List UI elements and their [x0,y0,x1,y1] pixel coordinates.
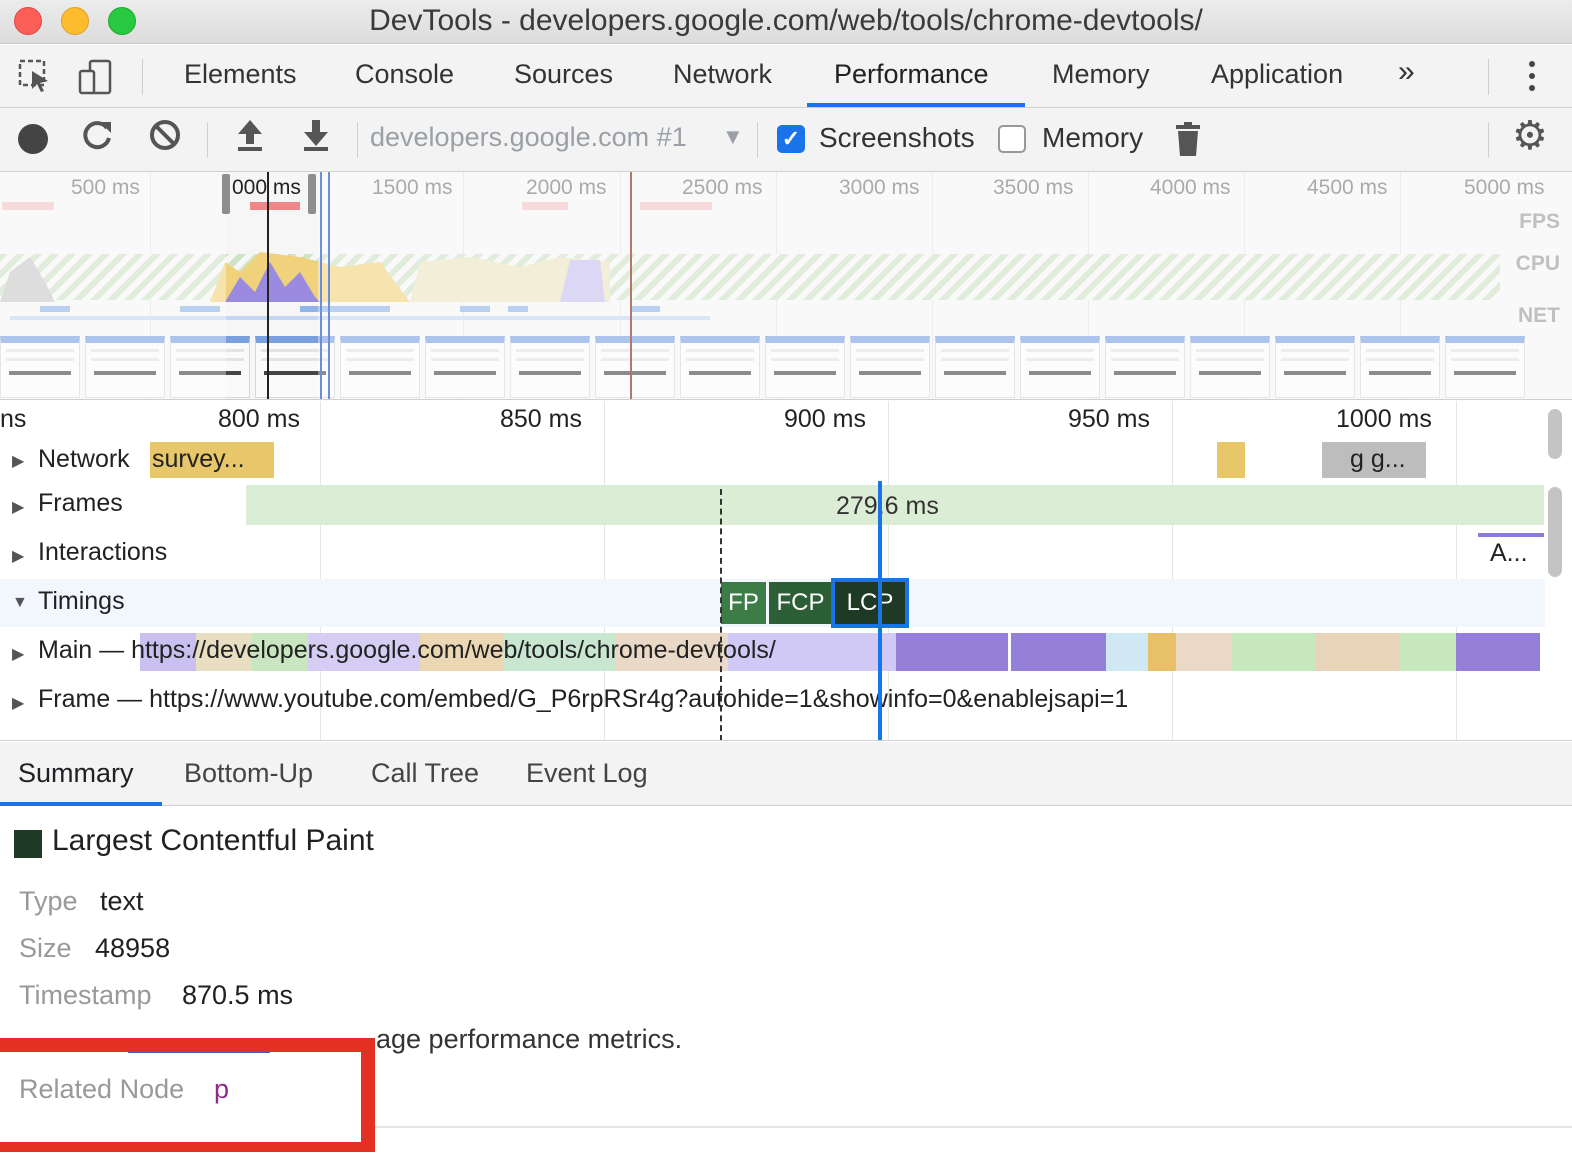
toolbar-divider [757,122,758,158]
tab-network[interactable]: Network [673,59,772,90]
expand-triangle-icon[interactable]: ▶ [12,644,24,664]
collapse-triangle-icon[interactable]: ▼ [12,594,28,612]
flame-chart[interactable]: ns 800 ms 850 ms 900 ms 950 ms 1000 ms ▶… [0,401,1572,741]
details-note: age performance metrics. [376,1024,683,1054]
overview-dim-left [0,172,226,399]
active-tab-indicator [807,103,1025,107]
event-color-swatch [14,830,42,858]
tab-sources[interactable]: Sources [514,59,613,90]
memory-label: Memory [1042,122,1144,153]
load-profile-icon[interactable] [234,118,266,158]
frame-boundary-line [720,489,722,740]
clear-icon[interactable] [148,118,182,158]
toolbar-divider [1488,59,1489,95]
size-key: Size [19,933,72,963]
type-value: text [100,886,144,916]
frame-duration: 279.6 ms [836,492,939,520]
expand-triangle-icon[interactable]: ▶ [12,497,24,517]
tab-summary[interactable]: Summary [18,758,134,789]
record-button[interactable] [18,124,48,154]
devtools-tabbar: Elements Console Sources Network Perform… [0,45,1572,108]
selection-right-handle[interactable] [308,174,316,214]
expand-triangle-icon[interactable]: ▶ [12,451,24,471]
fps-drop-marker [250,202,300,210]
iframe-track-label[interactable]: Frame — https://www.youtube.com/embed/G_… [38,685,1128,714]
interaction-label: A... [1490,539,1528,567]
screenshots-checkbox[interactable]: ✓ [777,125,805,153]
marker-line [630,172,632,399]
marker-line [320,172,322,399]
tab-application[interactable]: Application [1211,59,1343,90]
lcp-marker-line [878,481,882,740]
toolbar-divider [1488,122,1489,158]
tab-event-log[interactable]: Event Log [526,758,648,789]
timestamp-value: 870.5 ms [182,980,294,1010]
time-tick: 900 ms [784,405,866,433]
size-value: 48958 [95,933,171,963]
reload-record-icon[interactable] [80,118,114,158]
scrollbar-thumb[interactable] [1548,487,1562,577]
trash-icon[interactable] [1176,122,1200,156]
network-request-bar[interactable] [1217,442,1245,478]
timestamp-key: Timestamp [19,980,152,1010]
details-tabbar: Summary Bottom-Up Call Tree Event Log [0,742,1572,806]
grid-line [1172,401,1173,740]
memory-checkbox[interactable] [998,125,1026,153]
network-request-label: g g... [1350,445,1406,473]
summary-panel: Largest Contentful Paint Type text Size … [0,806,1572,1152]
more-tabs-chevron-icon[interactable]: » [1398,55,1415,89]
time-tick: 800 ms [218,405,300,433]
inspect-element-icon[interactable] [18,59,52,98]
related-node-key: Related Node [19,1074,185,1104]
grid-line [1456,401,1457,740]
network-track-label[interactable]: Network [38,445,130,474]
toolbar-divider [207,122,208,158]
time-tick: 950 ms [1068,405,1150,433]
window-title: DevTools - developers.google.com/web/too… [369,4,1203,37]
window-titlebar: DevTools - developers.google.com/web/too… [0,0,1572,44]
frames-track-label[interactable]: Frames [38,489,123,518]
time-tick: 850 ms [500,405,582,433]
customize-menu-icon[interactable] [1527,61,1537,97]
toolbar-divider [357,122,358,158]
related-node-link[interactable]: p [214,1074,229,1105]
type-key: Type [19,886,78,916]
recording-select[interactable]: developers.google.com #1 [370,122,687,153]
overview-dim-right [318,172,1572,399]
interactions-track-label[interactable]: Interactions [38,538,167,567]
expand-triangle-icon[interactable]: ▶ [12,693,24,713]
scrollbar-thumb[interactable] [1548,409,1562,459]
gear-icon[interactable]: ⚙ [1512,116,1548,156]
timeline-overview[interactable]: 500 ms 000 ms 1500 ms 2000 ms 2500 ms 30… [0,172,1572,400]
tab-elements[interactable]: Elements [184,59,297,90]
main-track-label[interactable]: Main — https://developers.google.com/web… [38,636,776,665]
performance-toolbar: developers.google.com #1 ▼ ✓ Screenshots… [0,108,1572,172]
tab-console[interactable]: Console [355,59,454,90]
fcp-marker[interactable]: FCP [769,582,832,624]
tab-bottom-up[interactable]: Bottom-Up [184,758,313,789]
lcp-marker[interactable]: LCP [831,578,909,628]
panel-divider [375,1126,1572,1128]
screenshots-label: Screenshots [819,122,975,153]
event-title: Largest Contentful Paint [52,824,374,857]
expand-triangle-icon[interactable]: ▶ [12,546,24,566]
chevron-down-icon[interactable]: ▼ [722,124,744,150]
time-tick: ns [0,405,27,433]
toolbar-divider [142,59,143,95]
timings-track-label[interactable]: Timings [38,587,125,616]
tab-performance[interactable]: Performance [834,59,989,90]
save-profile-icon[interactable] [300,118,332,158]
network-request-label: survey... [152,445,245,473]
playhead-line [267,172,269,399]
interaction-bar[interactable] [1478,533,1544,537]
fp-marker[interactable]: FP [721,582,766,624]
selection-left-handle[interactable] [222,174,230,214]
time-tick: 1000 ms [1336,405,1432,433]
marker-line [328,172,330,399]
tab-call-tree[interactable]: Call Tree [371,758,479,789]
tab-memory[interactable]: Memory [1052,59,1150,90]
device-toolbar-icon[interactable] [78,59,114,100]
